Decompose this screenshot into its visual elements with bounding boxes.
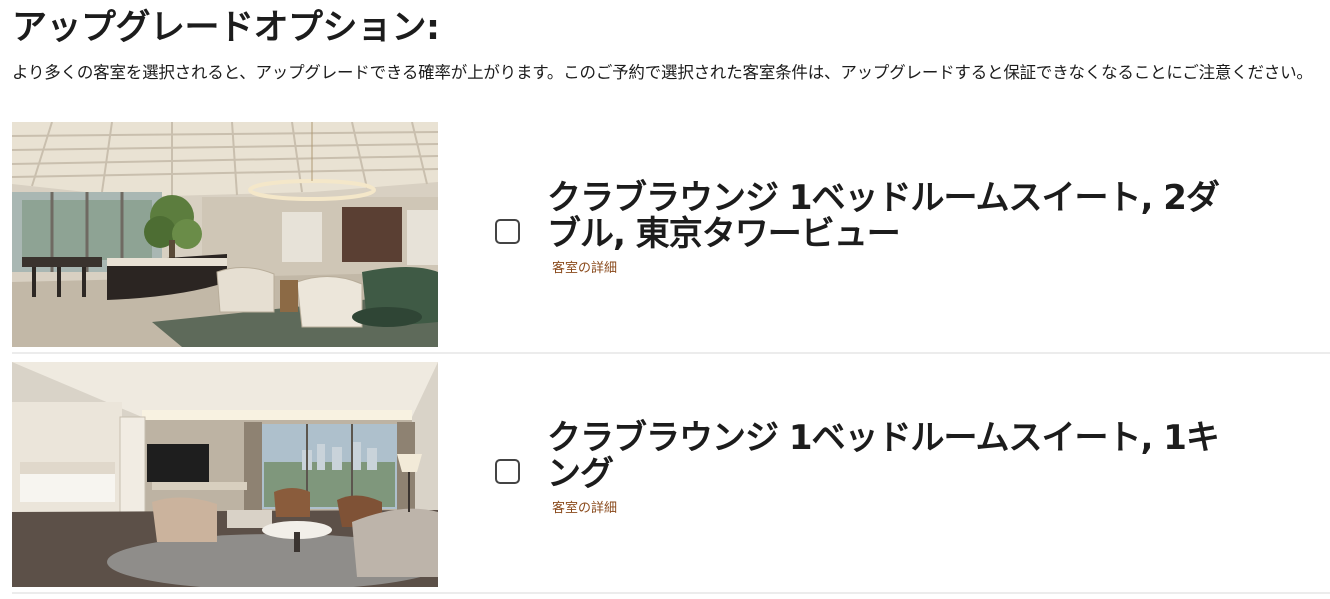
lounge-photo-illustration [12,122,438,347]
suite-photo-illustration [12,362,438,587]
page-title: アップグレードオプション: [12,8,440,48]
room-1-details-link[interactable]: 客室の詳細 [552,261,617,277]
upgrade-description: より多くの客室を選択されると、アップグレードできる確率が上がります。このご予約で… [12,63,1313,82]
room-photo-suite[interactable] [12,362,438,587]
room-option-2: クラブラウンジ 1ベッドルームスイート, 1キング 客室の詳細 [12,362,1330,587]
room-option-1: クラブラウンジ 1ベッドルームスイート, 2ダブル, 東京タワービュー 客室の詳… [12,122,1330,347]
room-separator [12,592,1330,594]
room-separator [12,352,1330,354]
room-photo-lounge[interactable] [12,122,438,347]
room-2-checkbox[interactable] [495,459,520,484]
room-1-name: クラブラウンジ 1ベッドルームスイート, 2ダブル, 東京タワービュー [547,178,1220,254]
upgrade-options-panel: アップグレードオプション: より多くの客室を選択されると、アップグレードできる確… [0,0,1330,599]
room-1-checkbox[interactable] [495,219,520,244]
room-2-name: クラブラウンジ 1ベッドルームスイート, 1キング [547,418,1220,494]
room-2-details-link[interactable]: 客室の詳細 [552,501,617,517]
